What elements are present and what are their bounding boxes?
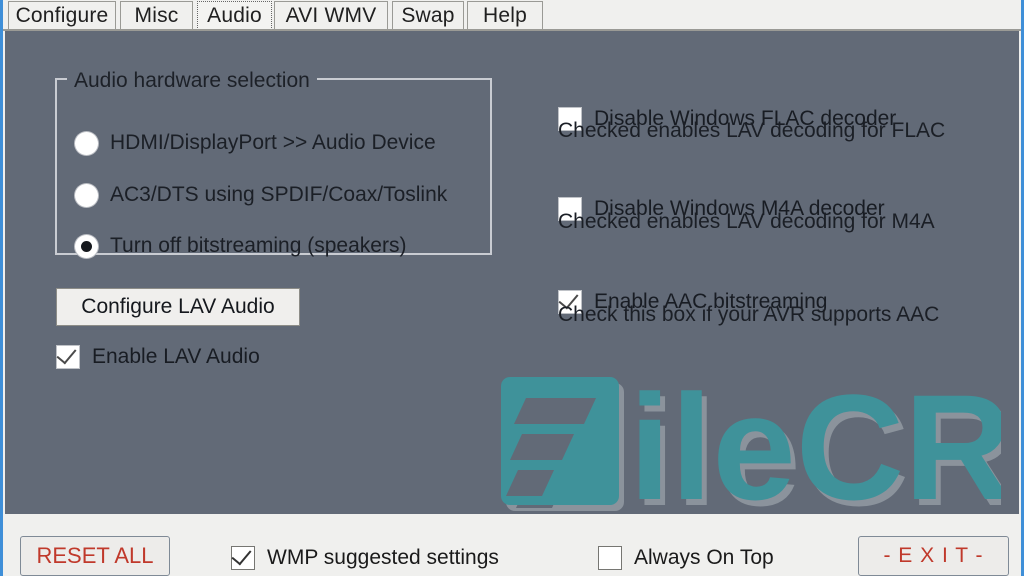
checkbox-indicator[interactable] — [56, 343, 80, 369]
tab-swap[interactable]: Swap — [392, 1, 464, 30]
tab-label: Help — [483, 4, 527, 27]
button-label: RESET ALL — [36, 543, 154, 568]
radio-label: Turn off bitstreaming (speakers) — [110, 234, 407, 257]
tab-avi-wmv[interactable]: AVI WMV — [274, 1, 388, 30]
tab-label: Swap — [401, 4, 455, 27]
radio-turn-off-bitstreaming[interactable]: Turn off bitstreaming (speakers) — [75, 234, 406, 258]
tab-help[interactable]: Help — [467, 1, 543, 30]
tab-bar: Configure Misc Audio AVI WMV Swap Help — [3, 0, 1021, 31]
configure-lav-audio-button[interactable]: Configure LAV Audio — [56, 288, 300, 326]
tab-audio[interactable]: Audio — [197, 1, 272, 30]
bottom-toolbar: RESET ALL WMP suggested settings Always … — [3, 514, 1021, 576]
checkbox-label: Always On Top — [634, 546, 774, 569]
application-window: Configure Misc Audio AVI WMV Swap Help A… — [0, 0, 1024, 576]
hint-m4a: Checked enables LAV decoding for M4A — [558, 210, 935, 233]
checkbox-label: WMP suggested settings — [267, 546, 499, 569]
audio-hardware-selection-group — [55, 78, 492, 255]
radio-ac3-dts-spdif[interactable]: AC3/DTS using SPDIF/Coax/Toslink — [75, 183, 447, 207]
tab-misc[interactable]: Misc — [120, 1, 193, 30]
check-icon — [231, 544, 252, 566]
filecr-watermark: ileCR ileCR — [501, 377, 1001, 517]
button-label: - E X I T - — [883, 544, 984, 567]
radio-label: AC3/DTS using SPDIF/Coax/Toslink — [110, 183, 448, 206]
hint-flac: Checked enables LAV decoding for FLAC — [558, 119, 946, 142]
checkbox-label: Enable LAV Audio — [92, 345, 260, 368]
check-icon — [56, 343, 77, 365]
checkbox-always-on-top[interactable]: Always On Top — [598, 546, 774, 570]
tab-label: Audio — [207, 4, 262, 27]
reset-all-button[interactable]: RESET ALL — [20, 536, 170, 576]
checkbox-enable-lav-audio[interactable]: Enable LAV Audio — [56, 343, 260, 369]
audio-settings-panel: Audio hardware selection HDMI/DisplayPor… — [5, 31, 1019, 517]
tab-configure[interactable]: Configure — [8, 1, 116, 30]
hint-aac: Check this box if your AVR supports AAC — [558, 303, 940, 326]
watermark-shadow-text: ileCR — [634, 377, 1001, 517]
group-title: Audio hardware selection — [67, 69, 317, 93]
checkbox-indicator[interactable] — [598, 546, 622, 570]
radio-indicator[interactable] — [75, 131, 98, 155]
radio-hdmi-displayport[interactable]: HDMI/DisplayPort >> Audio Device — [75, 131, 436, 155]
tab-label: Misc — [134, 4, 179, 27]
tab-label: Configure — [15, 4, 109, 27]
radio-indicator[interactable] — [75, 183, 98, 207]
radio-label: HDMI/DisplayPort >> Audio Device — [110, 131, 436, 154]
radio-dot — [81, 240, 92, 252]
radio-indicator[interactable] — [75, 234, 98, 258]
checkbox-indicator[interactable] — [231, 544, 255, 570]
exit-button[interactable]: - E X I T - — [858, 536, 1009, 576]
checkbox-wmp-suggested-settings[interactable]: WMP suggested settings — [231, 544, 499, 570]
button-label: Configure LAV Audio — [81, 295, 275, 318]
watermark-text: ileCR — [629, 377, 1001, 517]
tab-label: AVI WMV — [285, 4, 377, 27]
